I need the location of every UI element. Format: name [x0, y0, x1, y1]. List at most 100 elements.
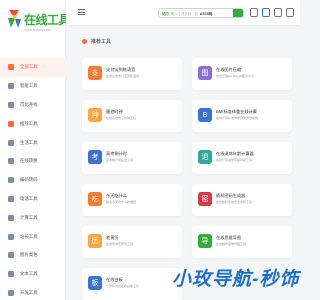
- tool-card-icon: 支: [88, 66, 102, 80]
- page: 在线工具 TOOL TOOLS.COM 全部工具 智能工具 可比查找 推荐工具 生活工具…: [0, 0, 300, 300]
- tool-card-icon: 退: [198, 150, 212, 164]
- tool-card[interactable]: 密随机密码生成器在线随机生成安全密码工具: [192, 184, 292, 216]
- tool-card-title: 在线图片压缩: [216, 67, 242, 72]
- tool-card-description: 在线计算标准体重身体质量指数: [216, 116, 259, 120]
- sidebar-item-label: 全部工具: [20, 64, 38, 70]
- tool-card-title: 在线白板: [106, 277, 123, 282]
- logo-subtitle: TOOL TOOLS.COM: [24, 28, 51, 32]
- tool-card-title: 随机密码生成器: [216, 193, 246, 198]
- sidebar-item[interactable]: 文本工具: [0, 265, 66, 284]
- search-example: ASCII码: [199, 11, 213, 16]
- sidebar-item[interactable]: 推荐工具: [0, 114, 66, 133]
- tool-card-icon: 板: [88, 276, 102, 290]
- sidebar-item-label: 在线转换: [20, 158, 38, 164]
- section-title: 推荐工具: [82, 38, 111, 45]
- sidebar-item-label: 文本工具: [20, 271, 38, 277]
- watermark: 小玫导航-秒饰: [172, 269, 300, 290]
- tool-card-description: 在线墨迹电子时钟工具: [106, 116, 137, 120]
- tool-card-title: BMI标准体重在线计算: [216, 109, 257, 114]
- tool-card-description: 在线生成支付宝到账语音: [106, 74, 140, 78]
- header: 站内 输入工具名称，如 ASCII码: [66, 0, 300, 26]
- sidebar-item-icon: [8, 177, 14, 184]
- sidebar-item[interactable]: 在线转换: [0, 152, 66, 171]
- user-icon[interactable]: [286, 8, 294, 17]
- sidebar-item[interactable]: 电话工具: [0, 190, 66, 209]
- sidebar-item-icon: [8, 233, 14, 240]
- desktop-icon[interactable]: [274, 8, 282, 17]
- sidebar-item-icon: [8, 252, 14, 259]
- tool-card[interactable]: 历老黄历 在线查询老黄历工具: [82, 226, 182, 258]
- tool-card-title: 在线退休年龄计算器: [216, 151, 254, 156]
- tool-card-icon: 吃: [88, 192, 102, 206]
- tool-card-description: 在线查询老黄历工具: [106, 242, 134, 246]
- tool-card-title: 墨迹时钟: [106, 109, 123, 114]
- search-box[interactable]: 站内 输入工具名称，如 ASCII码: [158, 8, 244, 18]
- tool-card-title: 今天吃什么: [106, 193, 127, 198]
- site-logo[interactable]: 在线工具 TOOL TOOLS.COM: [4, 6, 71, 42]
- logo-text: 在线工具: [24, 13, 71, 27]
- tool-card[interactable]: 考高考倒计时高考倒计时在线工具: [82, 142, 182, 174]
- tool-card-description: 在线随机生成安全密码工具: [216, 200, 253, 204]
- tool-card[interactable]: 支支付宝到账语音 在线生成支付宝到账语音: [82, 58, 182, 90]
- sidebar-item[interactable]: 开发工具: [0, 284, 66, 300]
- sidebar-item-icon: [8, 64, 14, 71]
- tool-card-title: 高考倒计时: [106, 151, 127, 156]
- sidebar-item-label: 电话工具: [20, 195, 38, 201]
- sidebar: 在线工具 TOOL TOOLS.COM 全部工具智能工具可比查找推荐工具生活工具…: [0, 0, 71, 300]
- sidebar-nav: 全部工具智能工具可比查找推荐工具生活工具在线转换编码转码电话工具计算工具站长工具…: [0, 58, 66, 300]
- sidebar-item-label: 编码转码: [20, 177, 38, 183]
- sidebar-item[interactable]: 可比查找: [0, 96, 66, 115]
- logo-mark-icon: [8, 10, 21, 28]
- sidebar-item-icon: [8, 271, 14, 278]
- search-scope-select[interactable]: 站内: [162, 11, 169, 16]
- sidebar-item-label: 计算工具: [20, 214, 38, 220]
- tool-card-icon: 钟: [88, 108, 102, 122]
- tool-card-description: 一款简洁的在线白板工具: [106, 284, 140, 288]
- tool-card[interactable]: 图在线图片压缩在线压缩jpg,png,gif图片大小: [192, 58, 292, 90]
- sidebar-item[interactable]: 图片类色: [0, 246, 66, 265]
- tool-card-title: 支付宝到账语音: [106, 67, 136, 72]
- sidebar-item-label: 站长工具: [20, 233, 38, 239]
- sidebar-item[interactable]: 编码转码: [0, 171, 66, 190]
- sidebar-item[interactable]: 全部工具: [0, 58, 66, 77]
- tool-card-icon: 导: [198, 234, 212, 248]
- sidebar-item-label: 图片类色: [20, 252, 38, 258]
- header-icons: [250, 8, 294, 17]
- sidebar-item-icon: [8, 139, 14, 146]
- tool-card-title: 在线思维导图: [216, 235, 242, 240]
- tool-card[interactable]: 退在线退休年龄计算器 在线计算退休年龄时间工具: [192, 142, 292, 174]
- tool-card-icon: B: [198, 108, 212, 122]
- sidebar-item-label: 智能工具: [20, 83, 38, 89]
- section-dot-icon: [82, 39, 87, 44]
- tool-card[interactable]: B BMI标准体重在线计算 在线计算标准体重身体质量指数: [192, 100, 292, 132]
- sidebar-item-icon: [8, 83, 14, 90]
- tool-card-description: 在线制作思维导图工具: [216, 242, 247, 246]
- tool-card-description: 在线计算退休年龄时间工具: [216, 158, 253, 162]
- sidebar-item-label: 推荐工具: [20, 120, 38, 126]
- tool-card-description: 解决今天吃什么的难题: [106, 200, 137, 204]
- section-title-text: 推荐工具: [91, 39, 112, 45]
- sidebar-item[interactable]: 计算工具: [0, 208, 66, 227]
- sidebar-item-icon: [8, 289, 14, 296]
- tool-card[interactable]: 钟墨迹时钟在线墨迹电子时钟工具: [82, 100, 182, 132]
- tool-card-icon: 密: [198, 192, 212, 206]
- tool-card-icon: 历: [88, 234, 102, 248]
- sidebar-item-label: 可比查找: [20, 101, 38, 107]
- tool-card[interactable]: 导在线思维导图在线制作思维导图工具: [192, 226, 292, 258]
- sidebar-item[interactable]: 生活工具: [0, 133, 66, 152]
- tool-card-icon: 图: [198, 66, 212, 80]
- tool-card-icon: 考: [88, 150, 102, 164]
- tool-card-description: 高考倒计时在线工具: [106, 158, 134, 162]
- search-submit-button[interactable]: [233, 9, 243, 17]
- tool-card[interactable]: 吃今天吃什么解决今天吃什么的难题: [82, 184, 182, 216]
- search-placeholder: 输入工具名称，如: [170, 11, 198, 16]
- sidebar-item[interactable]: 智能工具: [0, 77, 66, 96]
- sidebar-item-icon: [8, 214, 14, 221]
- sidebar-item[interactable]: 站长工具: [0, 227, 66, 246]
- history-icon[interactable]: [250, 8, 258, 17]
- mobile-icon[interactable]: [262, 8, 270, 17]
- menu-toggle-icon[interactable]: [78, 9, 85, 15]
- sidebar-item-icon: [8, 120, 14, 127]
- tool-card-description: 在线压缩jpg,png,gif图片大小: [216, 74, 254, 78]
- tool-card[interactable]: 板在线白板一款简洁的在线白板工具: [82, 268, 182, 300]
